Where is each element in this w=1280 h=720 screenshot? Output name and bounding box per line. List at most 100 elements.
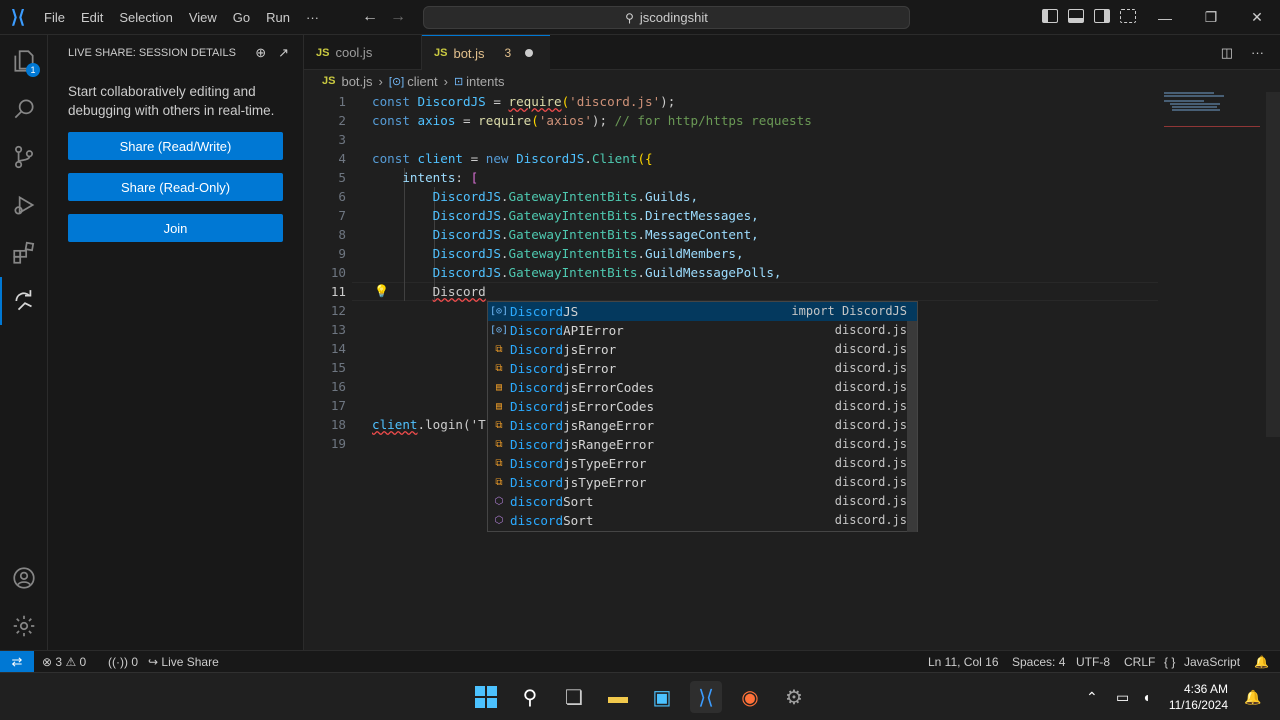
settings-taskbar-icon[interactable]: ⚙ (778, 681, 810, 713)
breadcrumb-intents[interactable]: intents (466, 74, 504, 89)
store-icon[interactable]: ▣ (646, 681, 678, 713)
class-icon: ⧉ (495, 439, 503, 450)
back-arrow-icon[interactable]: ← (362, 8, 378, 26)
search-icon: ⚲ (625, 10, 634, 25)
live-share-icon[interactable] (0, 277, 48, 325)
cursor-position[interactable]: Ln 11, Col 16 (928, 651, 999, 673)
tab-cool-js[interactable]: JS cool.js (304, 35, 422, 70)
sidebar-description: Start collaboratively editing and debugg… (68, 84, 275, 118)
line-ending[interactable]: CRLF (1124, 651, 1155, 673)
vertical-scrollbar[interactable] (1266, 92, 1280, 437)
tab-bot-js[interactable]: JS bot.js 3 (422, 35, 550, 70)
braces-icon[interactable]: { } (1164, 651, 1175, 673)
share-read-only-button[interactable]: Share (Read-Only) (68, 173, 283, 201)
notifications-bell-icon[interactable]: 🔔 (1254, 651, 1269, 673)
globe-icon[interactable]: ⊕ (255, 45, 266, 61)
error-icon: ⊗ (42, 655, 53, 669)
language-mode[interactable]: JavaScript (1184, 651, 1240, 673)
property-symbol-icon: ⊡ (453, 75, 464, 88)
notification-icon[interactable]: 🔔 (1244, 689, 1261, 706)
code-line-1: const DiscordJS = require('discord.js'); (372, 94, 676, 109)
toggle-primary-sidebar-icon[interactable] (1042, 9, 1058, 23)
network-icon[interactable]: ▭ (1116, 689, 1129, 706)
task-view-icon[interactable]: ❏ (558, 681, 590, 713)
suggestion-item[interactable]: ▤ DiscordjsErrorCodes discord.js (488, 397, 917, 416)
problems-status[interactable]: ⊗ 3 ⚠ 0 (42, 651, 86, 673)
settings-gear-icon[interactable] (0, 602, 48, 650)
remote-indicator-icon[interactable]: ⇄ (0, 651, 34, 673)
open-external-icon[interactable]: ↗ (278, 45, 289, 61)
menu-file[interactable]: File (36, 0, 73, 35)
suggestion-item[interactable]: [⊙] DiscordAPIError discord.js (488, 321, 917, 340)
suggestion-item[interactable]: ▤ DiscordjsErrorCodes discord.js (488, 378, 917, 397)
suggestion-item[interactable]: ⬡ discordSort discord.js (488, 511, 917, 530)
vscode-taskbar-icon[interactable]: ⟩⟨ (690, 681, 722, 713)
source-control-icon[interactable] (0, 133, 48, 181)
accounts-icon[interactable] (0, 554, 48, 602)
status-bar: ⇄ ⊗ 3 ⚠ 0 ((·)) 0 ↪ Live Share Ln 11, Co… (0, 650, 1280, 673)
line-number: 3 (338, 132, 346, 147)
tab-label: bot.js (453, 45, 485, 61)
split-editor-icon[interactable]: ◫ (1221, 45, 1233, 61)
suggestion-item[interactable]: ⧉ DiscordjsRangeError discord.js (488, 435, 917, 454)
line-number: 10 (330, 265, 346, 280)
vscode-logo-icon: ⟩⟨ (10, 6, 26, 27)
close-icon[interactable]: ✕ (1234, 0, 1280, 35)
suggestion-item[interactable]: ⧉ DiscordjsError discord.js (488, 340, 917, 359)
line-number: 15 (330, 360, 346, 375)
share-read-write-button[interactable]: Share (Read/Write) (68, 132, 283, 160)
customize-layout-icon[interactable] (1120, 9, 1136, 23)
explorer-icon[interactable]: 1 (0, 37, 48, 85)
minimize-icon[interactable]: — (1142, 0, 1188, 35)
class-icon: ⧉ (495, 420, 503, 431)
menu-run[interactable]: Run (258, 0, 298, 35)
line-number: 2 (338, 113, 346, 128)
suggestion-item[interactable]: ⬡ discordSort discord.js (488, 492, 917, 511)
tray-chevron-up-icon[interactable]: ⌃ (1086, 689, 1098, 706)
command-center-search[interactable]: ⚲ jscodingshit (423, 6, 910, 29)
menu-edit[interactable]: Edit (73, 0, 111, 35)
line-number: 4 (338, 151, 346, 166)
line-number: 6 (338, 189, 346, 204)
menu-selection[interactable]: Selection (111, 0, 180, 35)
firefox-icon[interactable]: ◉ (734, 681, 766, 713)
js-file-icon: JS (316, 46, 330, 59)
suggestion-item[interactable]: ⧉ DiscordjsTypeError discord.js (488, 473, 917, 492)
file-explorer-icon[interactable]: ▬ (602, 681, 634, 713)
menu-view[interactable]: View (181, 0, 225, 35)
indentation[interactable]: Spaces: 4 (1012, 651, 1065, 673)
minimap[interactable] (1164, 92, 1264, 152)
class-icon: ⧉ (495, 458, 503, 469)
line-number: 17 (330, 398, 346, 413)
suggestion-item[interactable]: [⊙] DiscordJS import DiscordJS (488, 302, 917, 321)
taskbar-search-icon[interactable]: ⚲ (514, 681, 546, 713)
ports-status[interactable]: ((·)) 0 (108, 651, 138, 673)
more-actions-icon[interactable]: ··· (1251, 45, 1264, 61)
run-debug-icon[interactable] (0, 181, 48, 229)
toggle-panel-icon[interactable] (1068, 9, 1084, 23)
volume-icon[interactable]: ◖ (1142, 689, 1150, 705)
suggestion-item[interactable]: ⧉ DiscordjsRangeError discord.js (488, 416, 917, 435)
code-line-11: Discord (432, 284, 486, 299)
toggle-secondary-sidebar-icon[interactable] (1094, 9, 1110, 23)
restore-icon[interactable]: ❐ (1188, 0, 1234, 35)
menu-more[interactable]: ··· (298, 0, 327, 35)
suggestion-item[interactable]: ⧉ DiscordjsError discord.js (488, 359, 917, 378)
encoding[interactable]: UTF-8 (1076, 651, 1110, 673)
breadcrumb-client[interactable]: client (407, 74, 437, 89)
live-share-status[interactable]: ↪ Live Share (148, 651, 219, 673)
search-view-icon[interactable] (0, 85, 48, 133)
menu-go[interactable]: Go (225, 0, 258, 35)
breadcrumb-file[interactable]: bot.js (341, 74, 372, 89)
sidebar-header: LIVE SHARE: SESSION DETAILS ⊕ ↗ (48, 35, 303, 70)
start-menu-icon[interactable] (470, 681, 502, 713)
join-button[interactable]: Join (68, 214, 283, 242)
suggestion-item[interactable]: ⧉ DiscordjsTypeError discord.js (488, 454, 917, 473)
system-clock[interactable]: 4:36 AM 11/16/2024 (1169, 681, 1228, 713)
code-line-5: intents: [ (402, 170, 479, 185)
menu-bar: File Edit Selection View Go Run ··· (36, 0, 327, 35)
forward-arrow-icon[interactable]: → (390, 8, 406, 26)
unsaved-dot-icon[interactable] (525, 49, 534, 57)
extensions-icon[interactable] (0, 229, 48, 277)
code-line-6: DiscordJS.GatewayIntentBits.Guilds, (432, 189, 699, 204)
